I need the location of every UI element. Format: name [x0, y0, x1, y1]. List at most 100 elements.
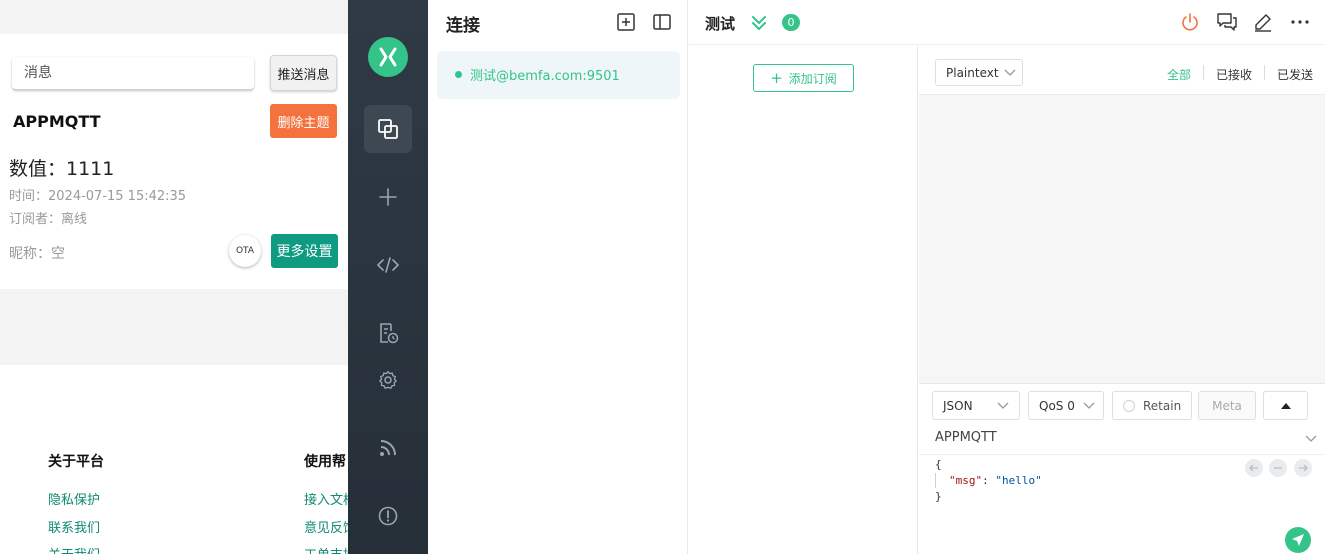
- sidebar-toggle-icon: [653, 14, 671, 30]
- publish-panel: JSON QoS 0 Retain Meta APPMQTT { "msg": …: [919, 383, 1325, 554]
- connections-icon: [378, 119, 398, 139]
- nickname-display: 昵称：空: [9, 246, 65, 262]
- footer-link-about[interactable]: 关于我们: [48, 544, 100, 554]
- retain-checkbox[interactable]: Retain: [1112, 391, 1192, 420]
- publish-format-select[interactable]: JSON: [932, 391, 1020, 420]
- sidebar-item-script[interactable]: [364, 241, 412, 289]
- code-line-open: {: [935, 458, 942, 471]
- qos-value: QoS 0: [1039, 399, 1075, 413]
- chevron-down-icon[interactable]: [1305, 435, 1317, 443]
- messages-panel: Plaintext 全部 已接收 已发送: [919, 46, 1325, 383]
- connections-title: 连接: [446, 16, 480, 36]
- add-square-icon: [617, 13, 635, 31]
- publish-topic-input[interactable]: APPMQTT: [935, 430, 997, 445]
- footer-heading-about: 关于平台: [48, 454, 104, 470]
- connection-status-dot: [455, 71, 462, 78]
- x-logo-icon: [379, 47, 397, 67]
- retain-label: Retain: [1143, 399, 1182, 413]
- minus-icon: [1274, 467, 1282, 469]
- more-settings-button[interactable]: 更多设置: [271, 234, 338, 268]
- sidebar-item-feed[interactable]: [364, 424, 412, 472]
- connection-title: 测试: [705, 15, 736, 33]
- subscriptions-panel: + 添加订阅: [689, 46, 918, 554]
- push-message-button[interactable]: 推送消息: [270, 55, 337, 91]
- footer-link-docs[interactable]: 接入文档: [304, 489, 348, 508]
- chevron-down-icon: [997, 402, 1009, 409]
- filter-all[interactable]: 全部: [1167, 66, 1191, 83]
- code-line-body: "msg": "hello": [949, 474, 1042, 487]
- chevron-down-icon: [1083, 402, 1095, 409]
- plus-icon: +: [770, 68, 783, 87]
- history-clear-button[interactable]: [1269, 459, 1287, 477]
- disconnect-button[interactable]: [1180, 12, 1200, 36]
- mqttx-logo[interactable]: [368, 37, 408, 77]
- unread-badge: 0: [782, 14, 800, 31]
- json-key: "msg": [949, 474, 983, 487]
- chevron-down-icon: [1004, 69, 1016, 76]
- footer-link-feedback[interactable]: 意见反馈: [304, 517, 348, 536]
- history-forward-button[interactable]: [1294, 459, 1312, 477]
- page-footer: 关于平台 隐私保护 联系我们 关于我们 使用帮 接入文档 意见反馈 工单支持: [0, 365, 348, 554]
- filter-divider: [1203, 65, 1204, 80]
- double-chevron-down-icon: [752, 16, 766, 30]
- topic-name: APPMQTT: [13, 112, 101, 131]
- connection-item[interactable]: 测试@bemfa.com:9501: [437, 51, 680, 99]
- more-options-button[interactable]: [1290, 12, 1310, 36]
- messages-toolbar: Plaintext 全部 已接收 已发送: [919, 46, 1325, 95]
- qos-select[interactable]: QoS 0: [1028, 391, 1104, 420]
- new-connection-button[interactable]: [616, 12, 636, 36]
- connection-header: 测试 0: [689, 0, 1325, 45]
- publish-format-value: JSON: [943, 399, 973, 413]
- chat-icon: [1217, 13, 1237, 31]
- time-display: 时间：2024-07-15 15:42:35: [9, 189, 187, 204]
- send-icon: [1292, 534, 1304, 546]
- code-line-close: }: [935, 490, 942, 503]
- filter-sent[interactable]: 已发送: [1277, 66, 1313, 83]
- connections-panel: 连接 测试@bemfa.com:9501: [428, 0, 688, 554]
- sidebar-item-log[interactable]: [364, 309, 412, 357]
- payload-format-select[interactable]: Plaintext: [935, 59, 1023, 86]
- app-sidebar: [348, 0, 428, 554]
- sidebar-item-new[interactable]: [364, 173, 412, 221]
- arrow-right-icon: [1299, 464, 1308, 472]
- meta-button[interactable]: Meta: [1198, 391, 1256, 420]
- message-input[interactable]: [12, 57, 254, 90]
- filter-received[interactable]: 已接收: [1216, 66, 1252, 83]
- sidebar-item-settings[interactable]: [364, 356, 412, 404]
- radio-circle-icon: [1123, 400, 1135, 412]
- add-subscription-button[interactable]: + 添加订阅: [753, 64, 854, 92]
- log-icon: [380, 323, 399, 344]
- footer-link-ticket[interactable]: 工单支持: [304, 544, 348, 554]
- chat-toggle-button[interactable]: [1216, 12, 1238, 36]
- footer-link-privacy[interactable]: 隐私保护: [48, 489, 100, 508]
- history-back-button[interactable]: [1245, 459, 1263, 477]
- collapse-button[interactable]: [751, 14, 767, 36]
- code-icon: [377, 257, 399, 273]
- expand-publish-button[interactable]: [1263, 391, 1308, 420]
- ota-button[interactable]: OTA: [229, 235, 261, 267]
- sidebar-item-connections[interactable]: [364, 105, 412, 153]
- more-dots-icon: [1291, 20, 1309, 24]
- delete-topic-button[interactable]: 删除主题: [270, 104, 337, 138]
- footer-link-contact[interactable]: 联系我们: [48, 517, 100, 536]
- plus-icon: [379, 188, 397, 206]
- page-top-strip: [0, 0, 348, 34]
- pencil-icon: [1255, 14, 1271, 32]
- payload-editor[interactable]: { "msg": "hello" }: [919, 454, 1325, 555]
- filter-divider: [1264, 65, 1265, 80]
- send-message-button[interactable]: [1285, 527, 1311, 553]
- triangle-up-icon: [1280, 402, 1291, 409]
- arrow-left-icon: [1249, 464, 1258, 472]
- indent-guide: [935, 473, 936, 488]
- footer-heading-help: 使用帮: [304, 454, 346, 470]
- sidebar-item-about[interactable]: [364, 492, 412, 540]
- edit-connection-button[interactable]: [1253, 12, 1273, 36]
- info-icon: [378, 506, 398, 526]
- device-webpage: 推送消息 APPMQTT 删除主题 数值：1111 时间：2024-07-15 …: [0, 0, 348, 554]
- payload-format-value: Plaintext: [946, 66, 999, 80]
- json-colon: :: [982, 474, 996, 487]
- connection-item-name: 测试@bemfa.com:9501: [470, 69, 620, 84]
- value-display: 数值：1111: [9, 158, 115, 180]
- toggle-panel-button[interactable]: [652, 12, 672, 36]
- power-icon: [1182, 13, 1198, 31]
